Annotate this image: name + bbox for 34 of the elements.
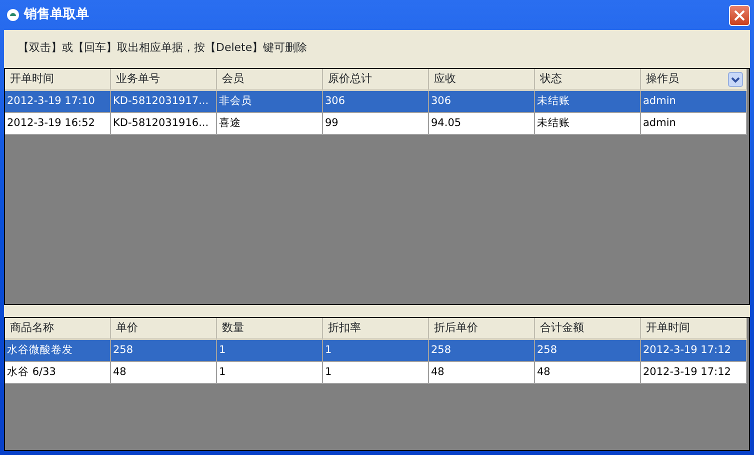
table-cell: 1 xyxy=(323,340,429,362)
table-cell: 非会员 xyxy=(217,91,323,113)
dropdown-icon[interactable] xyxy=(728,72,743,86)
table-cell: 水谷 6/33 xyxy=(5,362,111,384)
table-cell: 1 xyxy=(217,362,323,384)
table-cell: 水谷微酸卷发 xyxy=(5,340,111,362)
table-cell: 48 xyxy=(535,362,641,384)
table-cell: 258 xyxy=(429,340,535,362)
table-cell: 喜途 xyxy=(217,113,323,135)
table-cell: admin xyxy=(641,91,747,113)
table-cell: 48 xyxy=(429,362,535,384)
table-cell: 2012-3-19 17:10 xyxy=(5,91,111,113)
table-cell: 48 xyxy=(111,362,217,384)
table-cell: 2012-3-19 17:12 xyxy=(641,362,747,384)
table-cell: 258 xyxy=(111,340,217,362)
table-cell: 99 xyxy=(323,113,429,135)
table-cell: KD-5812031917... xyxy=(111,91,217,113)
close-button[interactable] xyxy=(729,4,750,26)
table-cell: 94.05 xyxy=(429,113,535,135)
window-title: 销售单取单 xyxy=(24,6,89,24)
table-cell: 未结账 xyxy=(535,91,641,113)
instruction-text: 【双击】或【回车】取出相应单据，按【Delete】键可删除 xyxy=(17,40,308,56)
app-icon xyxy=(6,8,20,22)
table-cell: 1 xyxy=(217,340,323,362)
table-cell: 未结账 xyxy=(535,113,641,135)
table-cell: 306 xyxy=(323,91,429,113)
table-cell: 258 xyxy=(535,340,641,362)
table-cell: 306 xyxy=(429,91,535,113)
table-cell: KD-5812031916... xyxy=(111,113,217,135)
table-cell: 1 xyxy=(323,362,429,384)
table-cell: 2012-3-19 16:52 xyxy=(5,113,111,135)
table-cell: admin xyxy=(641,113,747,135)
close-icon xyxy=(734,10,745,20)
table-cell: 2012-3-19 17:12 xyxy=(641,340,747,362)
